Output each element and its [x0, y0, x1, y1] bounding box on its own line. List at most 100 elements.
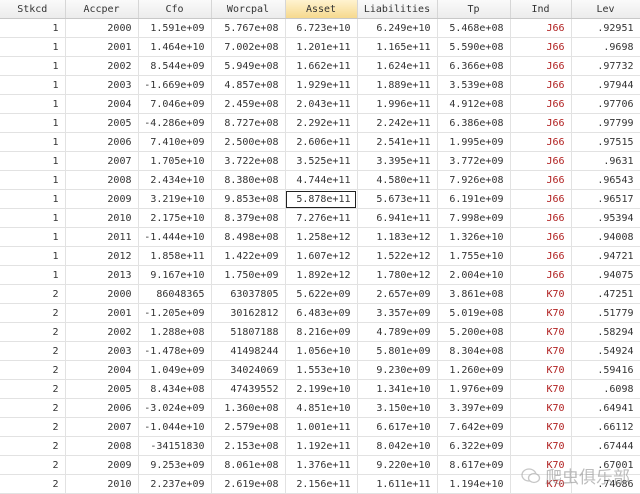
cell-tp[interactable]: 2.004e+10 — [437, 265, 511, 285]
cell-tp[interactable]: 7.642e+09 — [437, 417, 511, 437]
cell-tp[interactable]: 5.019e+08 — [437, 303, 511, 323]
cell-tp[interactable]: 5.590e+08 — [437, 37, 511, 57]
cell-ind[interactable]: J66 — [510, 151, 572, 171]
cell-worcpal[interactable]: 3.722e+08 — [211, 151, 286, 171]
cell-stkcd[interactable]: 2 — [0, 474, 66, 494]
cell-worcpal[interactable]: 1.360e+08 — [211, 398, 286, 418]
cell-asset[interactable]: 1.892e+12 — [285, 265, 358, 285]
cell-lev[interactable]: .97515 — [571, 132, 640, 152]
cell-tp[interactable]: 6.366e+08 — [437, 56, 511, 76]
cell-worcpal[interactable]: 1.750e+09 — [211, 265, 286, 285]
cell-asset[interactable]: 1.929e+11 — [285, 75, 358, 95]
cell-liabilities[interactable]: 1.522e+12 — [357, 246, 438, 266]
cell-ind[interactable]: J66 — [510, 265, 572, 285]
cell-stkcd[interactable]: 1 — [0, 132, 66, 152]
cell-liabilities[interactable]: 6.941e+11 — [357, 208, 438, 228]
cell-worcpal[interactable]: 2.153e+08 — [211, 436, 286, 456]
cell-liabilities[interactable]: 6.617e+10 — [357, 417, 438, 437]
cell-cfo[interactable]: 1.049e+09 — [138, 360, 212, 380]
cell-accper[interactable]: 2001 — [65, 303, 139, 323]
cell-lev[interactable]: .9631 — [571, 151, 640, 171]
cell-ind[interactable]: J66 — [510, 132, 572, 152]
cell-worcpal[interactable]: 34024069 — [211, 360, 286, 380]
cell-asset[interactable]: 7.276e+11 — [285, 208, 358, 228]
column-header-asset[interactable]: Asset — [285, 0, 358, 19]
cell-tp[interactable]: 1.755e+10 — [437, 246, 511, 266]
cell-lev[interactable]: .97944 — [571, 75, 640, 95]
cell-asset[interactable]: 6.483e+09 — [285, 303, 358, 323]
cell-liabilities[interactable]: 1.183e+12 — [357, 227, 438, 247]
cell-ind[interactable]: J66 — [510, 246, 572, 266]
cell-cfo[interactable]: 1.705e+10 — [138, 151, 212, 171]
cell-ind[interactable]: J66 — [510, 208, 572, 228]
cell-accper[interactable]: 2006 — [65, 132, 139, 152]
cell-ind[interactable]: K70 — [510, 322, 572, 342]
cell-worcpal[interactable]: 51807188 — [211, 322, 286, 342]
cell-tp[interactable]: 1.995e+09 — [437, 132, 511, 152]
cell-tp[interactable]: 3.772e+09 — [437, 151, 511, 171]
cell-liabilities[interactable]: 4.789e+09 — [357, 322, 438, 342]
column-header-ind[interactable]: Ind — [510, 0, 572, 19]
cell-liabilities[interactable]: 8.042e+10 — [357, 436, 438, 456]
cell-worcpal[interactable]: 9.853e+08 — [211, 189, 286, 209]
cell-ind[interactable]: K70 — [510, 474, 572, 494]
cell-worcpal[interactable]: 4.857e+08 — [211, 75, 286, 95]
column-header-liabilities[interactable]: Liabilities — [357, 0, 438, 19]
column-header-worcpal[interactable]: Worcpal — [211, 0, 286, 19]
cell-liabilities[interactable]: 9.230e+09 — [357, 360, 438, 380]
cell-asset[interactable]: 4.744e+11 — [285, 170, 358, 190]
cell-worcpal[interactable]: 8.380e+08 — [211, 170, 286, 190]
cell-tp[interactable]: 5.468e+08 — [437, 18, 511, 38]
cell-ind[interactable]: J66 — [510, 75, 572, 95]
cell-stkcd[interactable]: 2 — [0, 303, 66, 323]
cell-stkcd[interactable]: 2 — [0, 341, 66, 361]
cell-tp[interactable]: 8.617e+09 — [437, 455, 511, 475]
cell-liabilities[interactable]: 3.395e+11 — [357, 151, 438, 171]
column-header-lev[interactable]: Lev — [571, 0, 640, 19]
cell-liabilities[interactable]: 2.541e+11 — [357, 132, 438, 152]
cell-tp[interactable]: 3.539e+08 — [437, 75, 511, 95]
cell-asset[interactable]: 5.622e+09 — [285, 284, 358, 304]
cell-ind[interactable]: J66 — [510, 189, 572, 209]
cell-cfo[interactable]: 7.410e+09 — [138, 132, 212, 152]
cell-stkcd[interactable]: 1 — [0, 18, 66, 38]
cell-worcpal[interactable]: 8.498e+08 — [211, 227, 286, 247]
column-header-cfo[interactable]: Cfo — [138, 0, 212, 19]
cell-cfo[interactable]: 1.858e+11 — [138, 246, 212, 266]
cell-asset[interactable]: 1.258e+12 — [285, 227, 358, 247]
cell-liabilities[interactable]: 2.657e+09 — [357, 284, 438, 304]
cell-stkcd[interactable]: 1 — [0, 56, 66, 76]
cell-asset[interactable]: 4.851e+10 — [285, 398, 358, 418]
column-header-tp[interactable]: Tp — [437, 0, 511, 19]
cell-liabilities[interactable]: 2.242e+11 — [357, 113, 438, 133]
cell-accper[interactable]: 2009 — [65, 455, 139, 475]
cell-lev[interactable]: .97799 — [571, 113, 640, 133]
column-header-stkcd[interactable]: Stkcd — [0, 0, 66, 19]
cell-accper[interactable]: 2007 — [65, 417, 139, 437]
cell-tp[interactable]: 1.194e+10 — [437, 474, 511, 494]
cell-asset[interactable]: 6.723e+10 — [285, 18, 358, 38]
cell-stkcd[interactable]: 1 — [0, 265, 66, 285]
cell-ind[interactable]: J66 — [510, 94, 572, 114]
cell-accper[interactable]: 2012 — [65, 246, 139, 266]
cell-ind[interactable]: K70 — [510, 455, 572, 475]
cell-tp[interactable]: 7.998e+09 — [437, 208, 511, 228]
cell-cfo[interactable]: -1.478e+09 — [138, 341, 212, 361]
cell-lev[interactable]: .97732 — [571, 56, 640, 76]
cell-stkcd[interactable]: 2 — [0, 322, 66, 342]
cell-worcpal[interactable]: 5.767e+08 — [211, 18, 286, 38]
cell-asset[interactable]: 1.201e+11 — [285, 37, 358, 57]
cell-cfo[interactable]: -1.444e+10 — [138, 227, 212, 247]
cell-worcpal[interactable]: 2.579e+08 — [211, 417, 286, 437]
cell-ind[interactable]: J66 — [510, 227, 572, 247]
cell-stkcd[interactable]: 2 — [0, 360, 66, 380]
cell-lev[interactable]: .66112 — [571, 417, 640, 437]
cell-asset[interactable]: 1.553e+10 — [285, 360, 358, 380]
cell-cfo[interactable]: 1.288e+08 — [138, 322, 212, 342]
cell-ind[interactable]: K70 — [510, 379, 572, 399]
cell-cfo[interactable]: 2.237e+09 — [138, 474, 212, 494]
cell-cfo[interactable]: -4.286e+09 — [138, 113, 212, 133]
cell-stkcd[interactable]: 1 — [0, 151, 66, 171]
cell-worcpal[interactable]: 30162812 — [211, 303, 286, 323]
cell-liabilities[interactable]: 5.673e+11 — [357, 189, 438, 209]
